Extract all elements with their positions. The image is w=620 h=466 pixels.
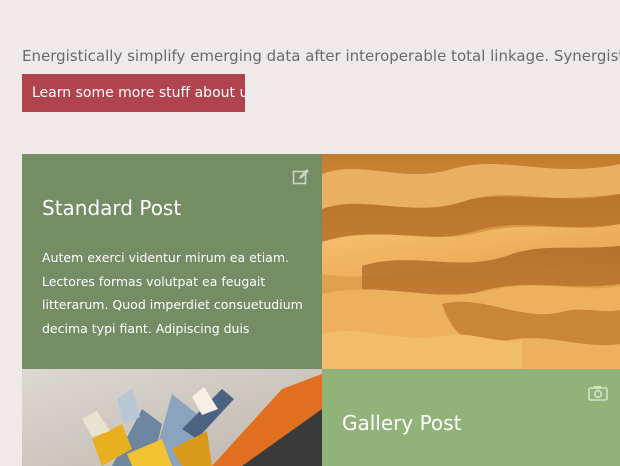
desert-dunes-image[interactable] [322, 154, 620, 369]
camera-icon [588, 385, 608, 401]
standard-post-tile[interactable]: Standard Post Autem exerci videntur miru… [22, 154, 322, 369]
learn-more-button[interactable]: Learn some more stuff about us [22, 74, 245, 112]
gallery-post-tile[interactable]: Gallery Post [322, 369, 620, 466]
edit-icon [292, 168, 310, 186]
post-title[interactable]: Gallery Post [342, 410, 461, 436]
intro-text: Energistically simplify emerging data af… [22, 47, 620, 65]
post-excerpt: Autem exerci videntur mirum ea etiam. Le… [42, 250, 303, 336]
post-title[interactable]: Standard Post [42, 195, 181, 221]
abstract-shards-image[interactable] [22, 369, 322, 466]
